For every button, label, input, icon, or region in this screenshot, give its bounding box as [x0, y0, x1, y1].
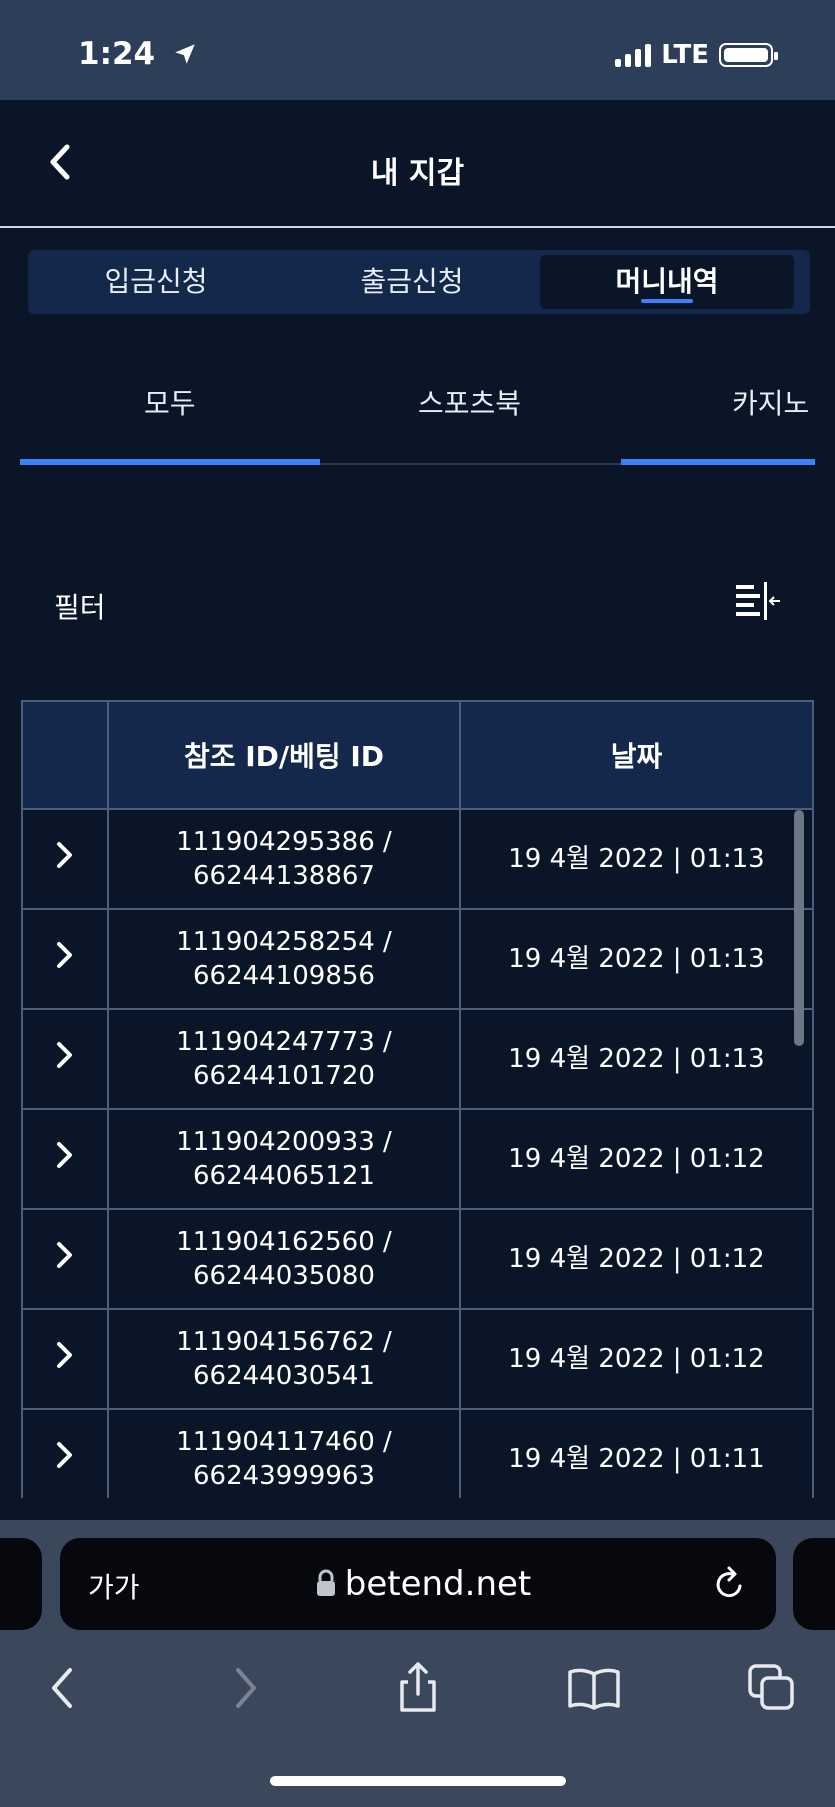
date-cell: 19 4월 2022 | 01:11 — [459, 1408, 814, 1498]
reference-id: 111904200933 / — [176, 1127, 392, 1157]
reference-id-cell: 111904295386 / 66244138867 — [107, 808, 461, 910]
share-icon[interactable] — [390, 1660, 446, 1716]
home-indicator — [270, 1776, 566, 1786]
chevron-right-icon — [57, 1341, 72, 1368]
clock-text: 1:24 — [78, 36, 156, 72]
chevron-right-icon — [57, 1041, 72, 1068]
page-title: 내 지갑 — [370, 156, 465, 191]
active-tab-indicator — [641, 299, 693, 303]
bet-id: 66243999963 — [193, 1461, 375, 1491]
tab-label: 입금신청 — [104, 265, 208, 298]
subtab-label: 카지노 — [732, 387, 810, 420]
bookmarks-icon[interactable] — [566, 1660, 622, 1716]
subtab-label: 모두 — [144, 387, 196, 420]
date-cell: 19 4월 2022 | 01:12 — [459, 1108, 814, 1210]
previous-tab-preview[interactable] — [0, 1538, 42, 1630]
address-bar[interactable]: 가가 betend.net — [60, 1538, 776, 1630]
reference-id-cell: 111904247773 / 66244101720 — [107, 1008, 461, 1110]
app-header: 내 지갑 — [0, 100, 835, 228]
tab-withdraw[interactable]: 출금신청 — [284, 250, 540, 314]
bet-id: 66244065121 — [193, 1161, 375, 1191]
chevron-right-icon — [57, 841, 72, 868]
date-cell: 19 4월 2022 | 01:12 — [459, 1308, 814, 1410]
date-cell: 19 4월 2022 | 01:12 — [459, 1208, 814, 1310]
bet-id: 66244035080 — [193, 1261, 375, 1291]
filter-sort-icon — [736, 582, 780, 620]
browser-back-icon[interactable] — [36, 1660, 92, 1716]
signal-icon — [615, 43, 652, 67]
tab-money-history[interactable]: 머니내역 — [540, 255, 794, 309]
subtab-indicator — [621, 459, 815, 465]
battery-icon — [719, 43, 778, 67]
expand-row-button[interactable] — [21, 1208, 109, 1310]
chevron-right-icon — [57, 941, 72, 968]
reference-id-cell: 111904162560 / 66244035080 — [107, 1208, 461, 1310]
bet-id: 66244109856 — [193, 961, 375, 991]
reload-icon[interactable] — [712, 1564, 748, 1602]
network-label: LTE — [661, 40, 709, 70]
reference-id: 111904162560 / — [176, 1227, 392, 1257]
reference-id-cell: 111904258254 / 66244109856 — [107, 908, 461, 1010]
table-header-row: 참조 ID/베팅 ID 날짜 — [21, 700, 814, 810]
expand-row-button[interactable] — [21, 1408, 109, 1498]
filter-label: 필터 — [54, 591, 106, 624]
reference-id: 111904247773 / — [176, 1027, 392, 1057]
tab-label: 출금신청 — [360, 265, 464, 298]
subtab-sportsbook[interactable]: 스포츠북 — [418, 382, 521, 422]
next-tab-preview[interactable] — [793, 1538, 835, 1630]
status-indicators: LTE — [615, 40, 778, 70]
expand-row-button[interactable] — [21, 1008, 109, 1110]
reference-id-cell: 111904117460 / 66243999963 — [107, 1408, 461, 1498]
table-row[interactable]: 111904117460 / 66243999963 19 4월 2022 | 0… — [21, 1408, 814, 1498]
category-tabs: 모두 스포츠북 카지노 — [20, 360, 815, 465]
url-text: betend.net — [344, 1564, 532, 1604]
table-row[interactable]: 111904247773 / 66244101720 19 4월 2022 | 0… — [21, 1008, 814, 1110]
reference-id: 111904295386 / — [176, 827, 392, 857]
subtab-label: 스포츠북 — [418, 387, 522, 420]
chevron-right-icon — [57, 1241, 72, 1268]
tab-label: 머니내역 — [615, 265, 719, 298]
reference-id: 111904156762 / — [176, 1327, 392, 1357]
reference-id: 111904258254 / — [176, 927, 392, 957]
table-row[interactable]: 111904295386 / 66244138867 19 4월 2022 | 0… — [21, 808, 814, 910]
transactions-table[interactable]: 참조 ID/베팅 ID 날짜 111904295386 / 66244138867… — [21, 700, 814, 1498]
status-bar: 1:24 LTE — [0, 0, 835, 100]
table-row[interactable]: 111904156762 / 66244030541 19 4월 2022 | 0… — [21, 1308, 814, 1410]
wallet-tabs: 입금신청 출금신청 머니내역 — [28, 250, 810, 314]
date-cell: 19 4월 2022 | 01:13 — [459, 1008, 814, 1110]
expand-row-button[interactable] — [21, 908, 109, 1010]
table-row[interactable]: 111904162560 / 66244035080 19 4월 2022 | 0… — [21, 1208, 814, 1310]
chevron-right-icon — [57, 1141, 72, 1168]
column-header-reference-id: 참조 ID/베팅 ID — [107, 700, 461, 810]
table-row[interactable]: 111904200933 / 66244065121 19 4월 2022 | 0… — [21, 1108, 814, 1210]
chevron-right-icon — [57, 1441, 72, 1468]
bet-id: 66244101720 — [193, 1061, 375, 1091]
expand-row-button[interactable] — [21, 1308, 109, 1410]
reference-id-cell: 111904156762 / 66244030541 — [107, 1308, 461, 1410]
browser-forward-icon[interactable] — [216, 1660, 272, 1716]
reference-id: 111904117460 / — [176, 1427, 392, 1457]
tabs-icon[interactable] — [744, 1660, 800, 1716]
date-cell: 19 4월 2022 | 01:13 — [459, 908, 814, 1010]
column-header-expand — [21, 700, 109, 810]
location-arrow-icon — [175, 44, 195, 64]
expand-row-button[interactable] — [21, 808, 109, 910]
reference-id-cell: 111904200933 / 66244065121 — [107, 1108, 461, 1210]
tab-deposit[interactable]: 입금신청 — [28, 250, 284, 314]
table-scrollbar[interactable] — [794, 810, 804, 1046]
status-time: 1:24 — [78, 36, 198, 72]
active-subtab-indicator — [20, 459, 320, 465]
table-row[interactable]: 111904258254 / 66244109856 19 4월 2022 | 0… — [21, 908, 814, 1010]
subtab-casino[interactable]: 카지노 — [732, 382, 809, 422]
subtab-all[interactable]: 모두 — [144, 382, 196, 422]
bet-id: 66244030541 — [193, 1361, 375, 1391]
date-cell: 19 4월 2022 | 01:13 — [459, 808, 814, 910]
browser-toolbar: 가가 betend.net — [0, 1520, 835, 1807]
column-header-date: 날짜 — [459, 700, 814, 810]
browser-nav — [0, 1660, 835, 1730]
filter-button[interactable] — [736, 582, 782, 622]
expand-row-button[interactable] — [21, 1108, 109, 1210]
bet-id: 66244138867 — [193, 861, 375, 891]
